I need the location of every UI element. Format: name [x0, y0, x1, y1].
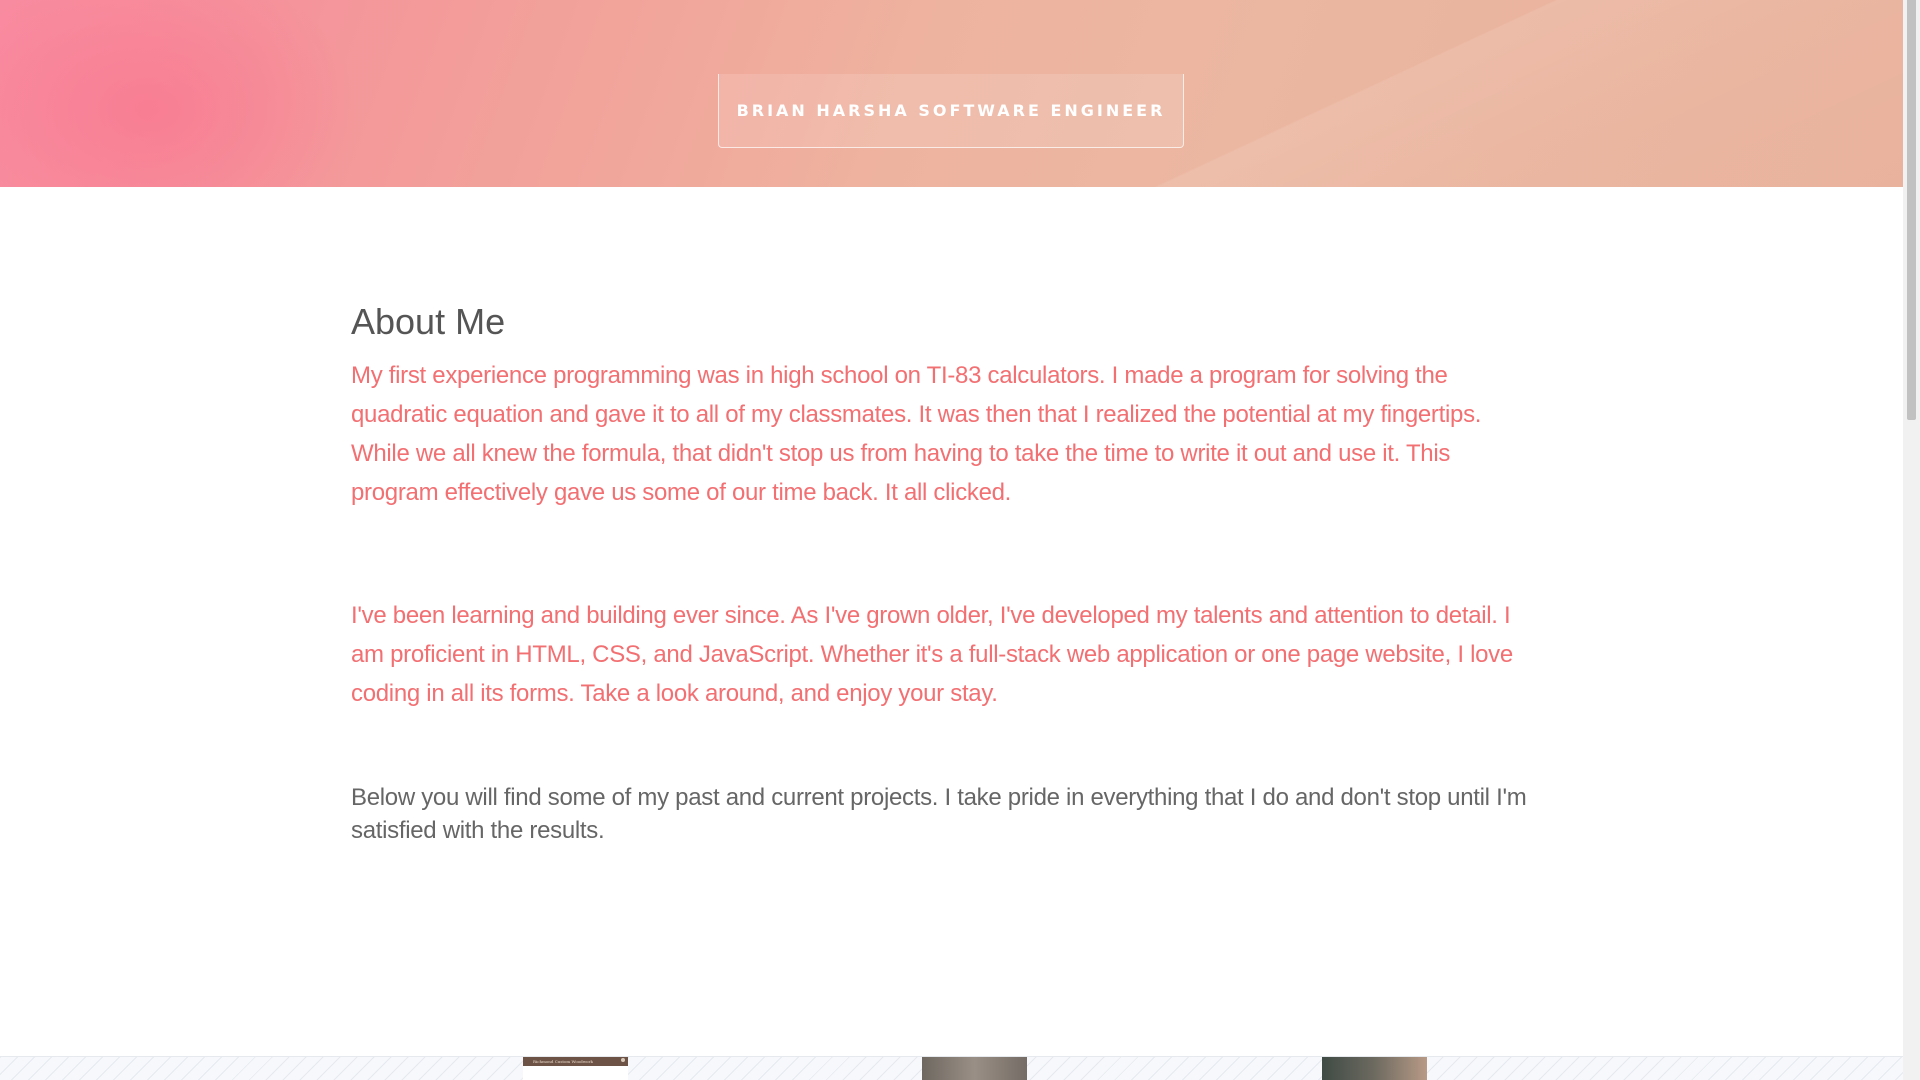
about-paragraph-1: My first experience programming was in h…	[351, 362, 1482, 506]
about-paragraph-2: I've been learning and building ever sin…	[351, 602, 1513, 707]
projects-intro-paragraph: Below you will find some of my past and …	[351, 784, 1527, 844]
project-thumbnail-3[interactable]	[1322, 1057, 1427, 1080]
about-section: About Me My first experience programming…	[351, 300, 1541, 847]
project-thumbnail-2[interactable]	[922, 1057, 1027, 1080]
banner-diagonal-decoration	[1060, 0, 1903, 187]
content-area: BRIAN HARSHA SOFTWARE ENGINEER About Me …	[0, 0, 1903, 1080]
project-thumbnail-1[interactable]: Richmond Custom Woodwork	[523, 1057, 628, 1080]
about-heading: About Me	[351, 301, 506, 342]
site-title: BRIAN HARSHA SOFTWARE ENGINEER	[736, 101, 1166, 120]
page: BRIAN HARSHA SOFTWARE ENGINEER About Me …	[0, 0, 1920, 1080]
project-thumbnail-1-caption: Richmond Custom Woodwork	[533, 1059, 593, 1064]
site-title-box[interactable]: BRIAN HARSHA SOFTWARE ENGINEER	[718, 74, 1184, 148]
projects-strip: Richmond Custom Woodwork	[0, 1056, 1903, 1080]
scrollbar-thumb[interactable]	[1907, 0, 1916, 420]
thumbnail-dot-icon	[621, 1058, 625, 1062]
vertical-scrollbar[interactable]	[1903, 0, 1920, 1080]
header-banner: BRIAN HARSHA SOFTWARE ENGINEER	[0, 0, 1903, 187]
